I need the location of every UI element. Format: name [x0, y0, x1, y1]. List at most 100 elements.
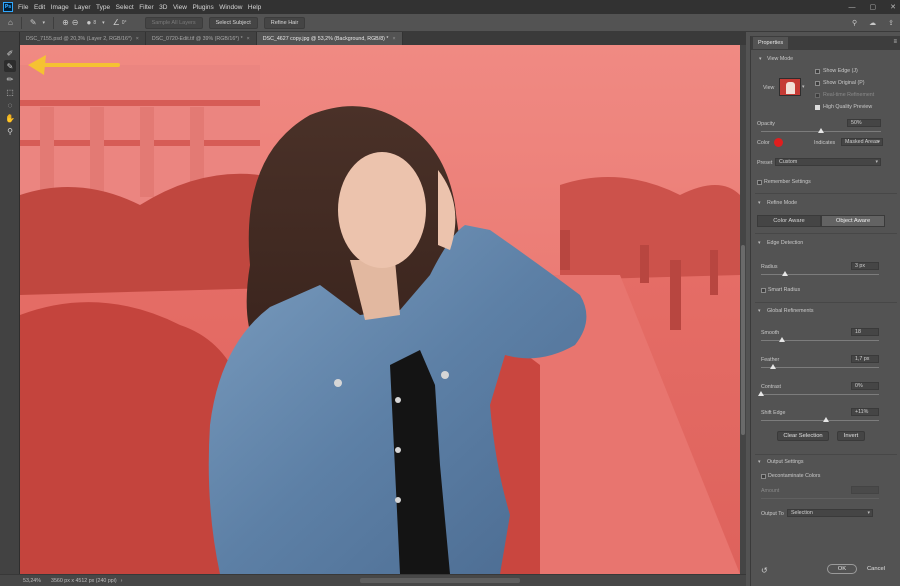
menu-filter[interactable]: Filter	[139, 4, 153, 11]
chevron-down-icon[interactable]: ▾	[758, 240, 761, 246]
brush-preset-icon[interactable]: ●	[86, 18, 91, 27]
menu-help[interactable]: Help	[248, 4, 261, 11]
tab-label: DSC_4627 copy.jpg @ 53,2% (Background, R…	[262, 35, 389, 42]
search-icon[interactable]: ⚲	[852, 19, 857, 27]
lasso-icon[interactable]: ◌	[4, 99, 16, 111]
smooth-field[interactable]: 18	[851, 328, 879, 336]
contrast-field[interactable]: 0%	[851, 382, 879, 390]
radius-slider-knob[interactable]	[781, 271, 788, 276]
panel-title[interactable]: Properties	[753, 37, 789, 49]
show-edge-checkbox[interactable]	[815, 69, 820, 74]
menu-view[interactable]: View	[173, 4, 187, 11]
vertical-scrollbar[interactable]	[740, 45, 746, 574]
menu-3d[interactable]: 3D	[159, 4, 167, 11]
divider	[53, 16, 55, 29]
brush-icon[interactable]: ✎	[30, 18, 37, 27]
close-window-button[interactable]: ✕	[890, 3, 896, 11]
object-selection-icon[interactable]: ⬚	[4, 86, 16, 98]
home-icon[interactable]: ⌂	[8, 18, 13, 27]
menu-image[interactable]: Image	[51, 4, 69, 11]
feather-slider-knob[interactable]	[769, 364, 776, 369]
chevron-down-icon[interactable]: ▾	[759, 56, 762, 62]
subtract-icon[interactable]: ⊖	[72, 18, 79, 27]
chevron-down-icon[interactable]: ▾	[758, 200, 761, 206]
menu-type[interactable]: Type	[96, 4, 110, 11]
radius-slider[interactable]	[761, 274, 879, 275]
hand-icon[interactable]: ✋	[4, 112, 16, 124]
shift-edge-field[interactable]: +11%	[851, 408, 879, 416]
realtime-refinement-checkbox[interactable]	[815, 93, 820, 98]
document-canvas[interactable]	[20, 45, 740, 574]
menu-window[interactable]: Window	[219, 4, 242, 11]
indicates-select[interactable]: Masked Areas ▾	[841, 138, 883, 146]
view-mode-heading: View Mode	[767, 56, 794, 62]
sample-all-layers-toggle[interactable]: Sample All Layers	[144, 16, 203, 29]
feather-slider[interactable]	[761, 367, 879, 368]
radius-label: Radius	[761, 264, 778, 270]
zoom-level[interactable]: 53,24%	[23, 578, 51, 584]
feather-label: Feather	[761, 357, 780, 363]
high-quality-preview-checkbox[interactable]	[815, 105, 820, 110]
options-bar: ⌂ ✎ ▾ ⊕ ⊖ ● 8 ▾ ∠ 0° Sample All Layers S…	[0, 14, 900, 32]
menu-file[interactable]: File	[18, 4, 28, 11]
tab-document-1[interactable]: DSC_7155.psd @ 20,3% (Layer 2, RGB/16*) …	[20, 32, 146, 45]
menu-plugins[interactable]: Plugins	[192, 4, 213, 11]
close-icon[interactable]: ×	[136, 36, 139, 42]
menu-icon[interactable]: ≡	[893, 39, 897, 45]
ok-button[interactable]: OK	[827, 564, 857, 574]
add-icon[interactable]: ⊕	[62, 18, 69, 27]
opacity-field[interactable]: 50%	[847, 119, 881, 127]
contrast-slider[interactable]	[761, 394, 879, 395]
chevron-down-icon[interactable]: ▾	[43, 20, 46, 26]
contrast-slider-knob[interactable]	[758, 391, 764, 396]
smart-radius-label: Smart Radius	[768, 287, 801, 293]
reset-icon[interactable]: ↺	[761, 566, 768, 575]
refine-edge-brush-icon[interactable]: ✎	[4, 60, 16, 72]
chevron-down-icon[interactable]: ▾	[758, 308, 761, 314]
output-to-select[interactable]: Selection ▾	[787, 509, 873, 517]
invert-button[interactable]: Invert	[837, 431, 865, 441]
opacity-slider-knob[interactable]	[818, 128, 824, 133]
horizontal-scrollbar[interactable]	[360, 578, 520, 583]
share-icon[interactable]: ⇪	[888, 19, 894, 27]
menu-layer[interactable]: Layer	[74, 4, 90, 11]
smart-radius-checkbox[interactable]	[761, 288, 766, 293]
object-aware-button[interactable]: Object Aware	[821, 215, 885, 227]
menu-edit[interactable]: Edit	[34, 4, 45, 11]
feather-field[interactable]: 1,7 px	[851, 355, 879, 363]
zoom-icon[interactable]: ⚲	[4, 125, 16, 137]
view-mode-thumbnail[interactable]	[779, 78, 801, 96]
shift-edge-slider[interactable]	[761, 420, 879, 421]
chevron-down-icon[interactable]: ▾	[758, 459, 761, 465]
show-original-checkbox[interactable]	[815, 81, 820, 86]
tab-document-3[interactable]: DSC_4627 copy.jpg @ 53,2% (Background, R…	[256, 32, 403, 45]
menu-select[interactable]: Select	[116, 4, 134, 11]
preset-select[interactable]: Custom ▾	[775, 158, 881, 166]
clear-selection-button[interactable]: Clear Selection	[777, 431, 829, 441]
decontaminate-colors-checkbox[interactable]	[761, 474, 766, 479]
refine-hair-button[interactable]: Refine Hair	[263, 16, 306, 29]
select-subject-button[interactable]: Select Subject	[208, 16, 258, 29]
chevron-down-icon[interactable]: ▾	[102, 20, 105, 26]
close-icon[interactable]: ×	[247, 36, 250, 42]
angle-value[interactable]: 0°	[122, 20, 127, 26]
contrast-label: Contrast	[761, 384, 782, 390]
brush-icon[interactable]: ✏	[4, 73, 16, 85]
chevron-down-icon[interactable]: ▾	[802, 84, 805, 90]
close-icon[interactable]: ×	[392, 36, 395, 42]
photoshop-logo[interactable]: Ps	[3, 2, 13, 12]
minimize-button[interactable]: —	[849, 4, 856, 11]
cloud-icon[interactable]: ☁	[869, 19, 876, 27]
status-arrow[interactable]: ›	[121, 578, 123, 584]
color-swatch[interactable]	[774, 138, 783, 147]
maximize-button[interactable]: ▢	[870, 3, 877, 11]
quick-selection-icon[interactable]: ✐	[4, 47, 16, 59]
remember-settings-checkbox[interactable]	[757, 180, 762, 185]
radius-field[interactable]: 3 px	[851, 262, 879, 270]
color-aware-button[interactable]: Color Aware	[757, 215, 821, 227]
tab-document-2[interactable]: DSC_0720-Edit.tif @ 39% (RGB/16*) * ×	[145, 32, 257, 45]
shift-edge-slider-knob[interactable]	[823, 417, 830, 422]
smooth-slider-knob[interactable]	[779, 337, 786, 342]
cancel-button[interactable]: Cancel	[861, 564, 891, 574]
high-quality-preview-label: High Quality Preview	[823, 104, 873, 110]
